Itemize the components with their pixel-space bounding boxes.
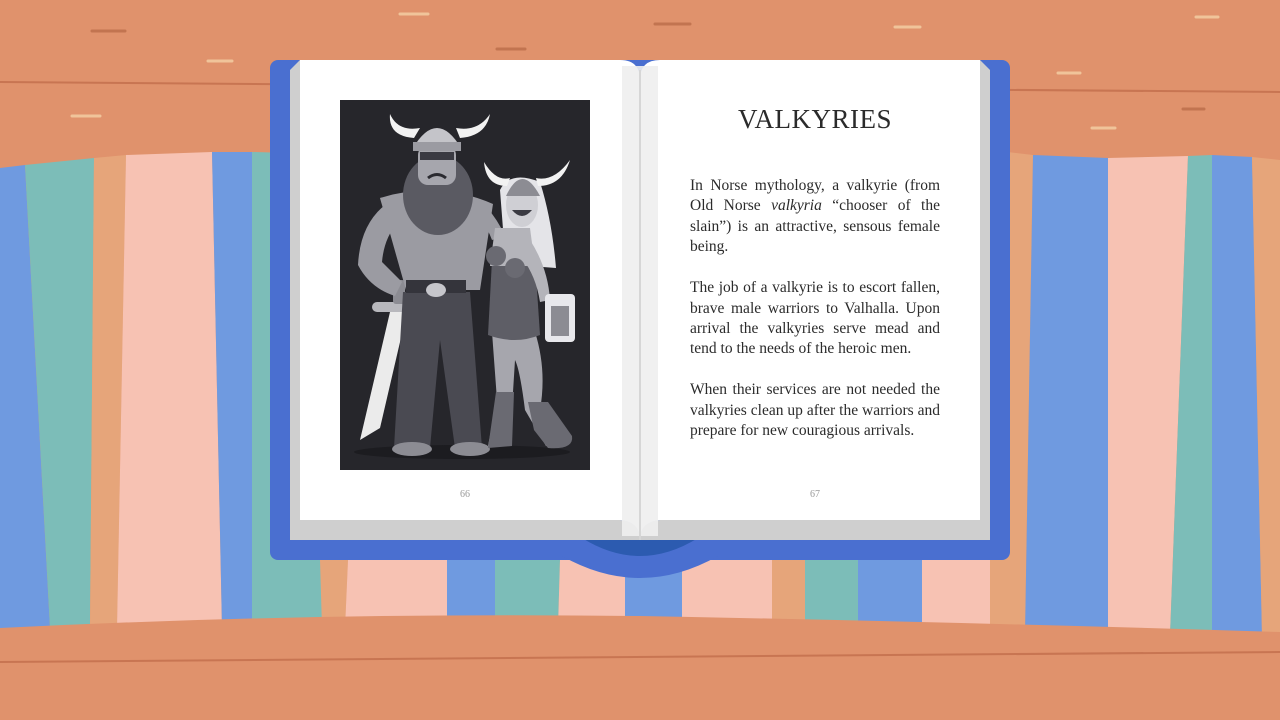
page-title: VALKYRIES — [737, 104, 892, 134]
italic-term: valkyria — [771, 197, 822, 215]
scene-background — [0, 0, 1280, 720]
right-page-number: 67 — [810, 489, 820, 500]
paragraph-3: When their services are not needed the v… — [690, 381, 940, 440]
viking-illustration — [340, 100, 590, 470]
left-page-number: 66 — [460, 489, 470, 500]
paragraph-2: The job of a valkyrie is to escort falle… — [690, 279, 940, 358]
paragraph-1: In Norse mythology, a valkyrie (from Old… — [690, 177, 940, 256]
viking-brow — [420, 152, 454, 160]
table-front-edge — [0, 615, 1280, 720]
page-body-text: In Norse mythology, a valkyrie (from Old… — [690, 176, 940, 462]
